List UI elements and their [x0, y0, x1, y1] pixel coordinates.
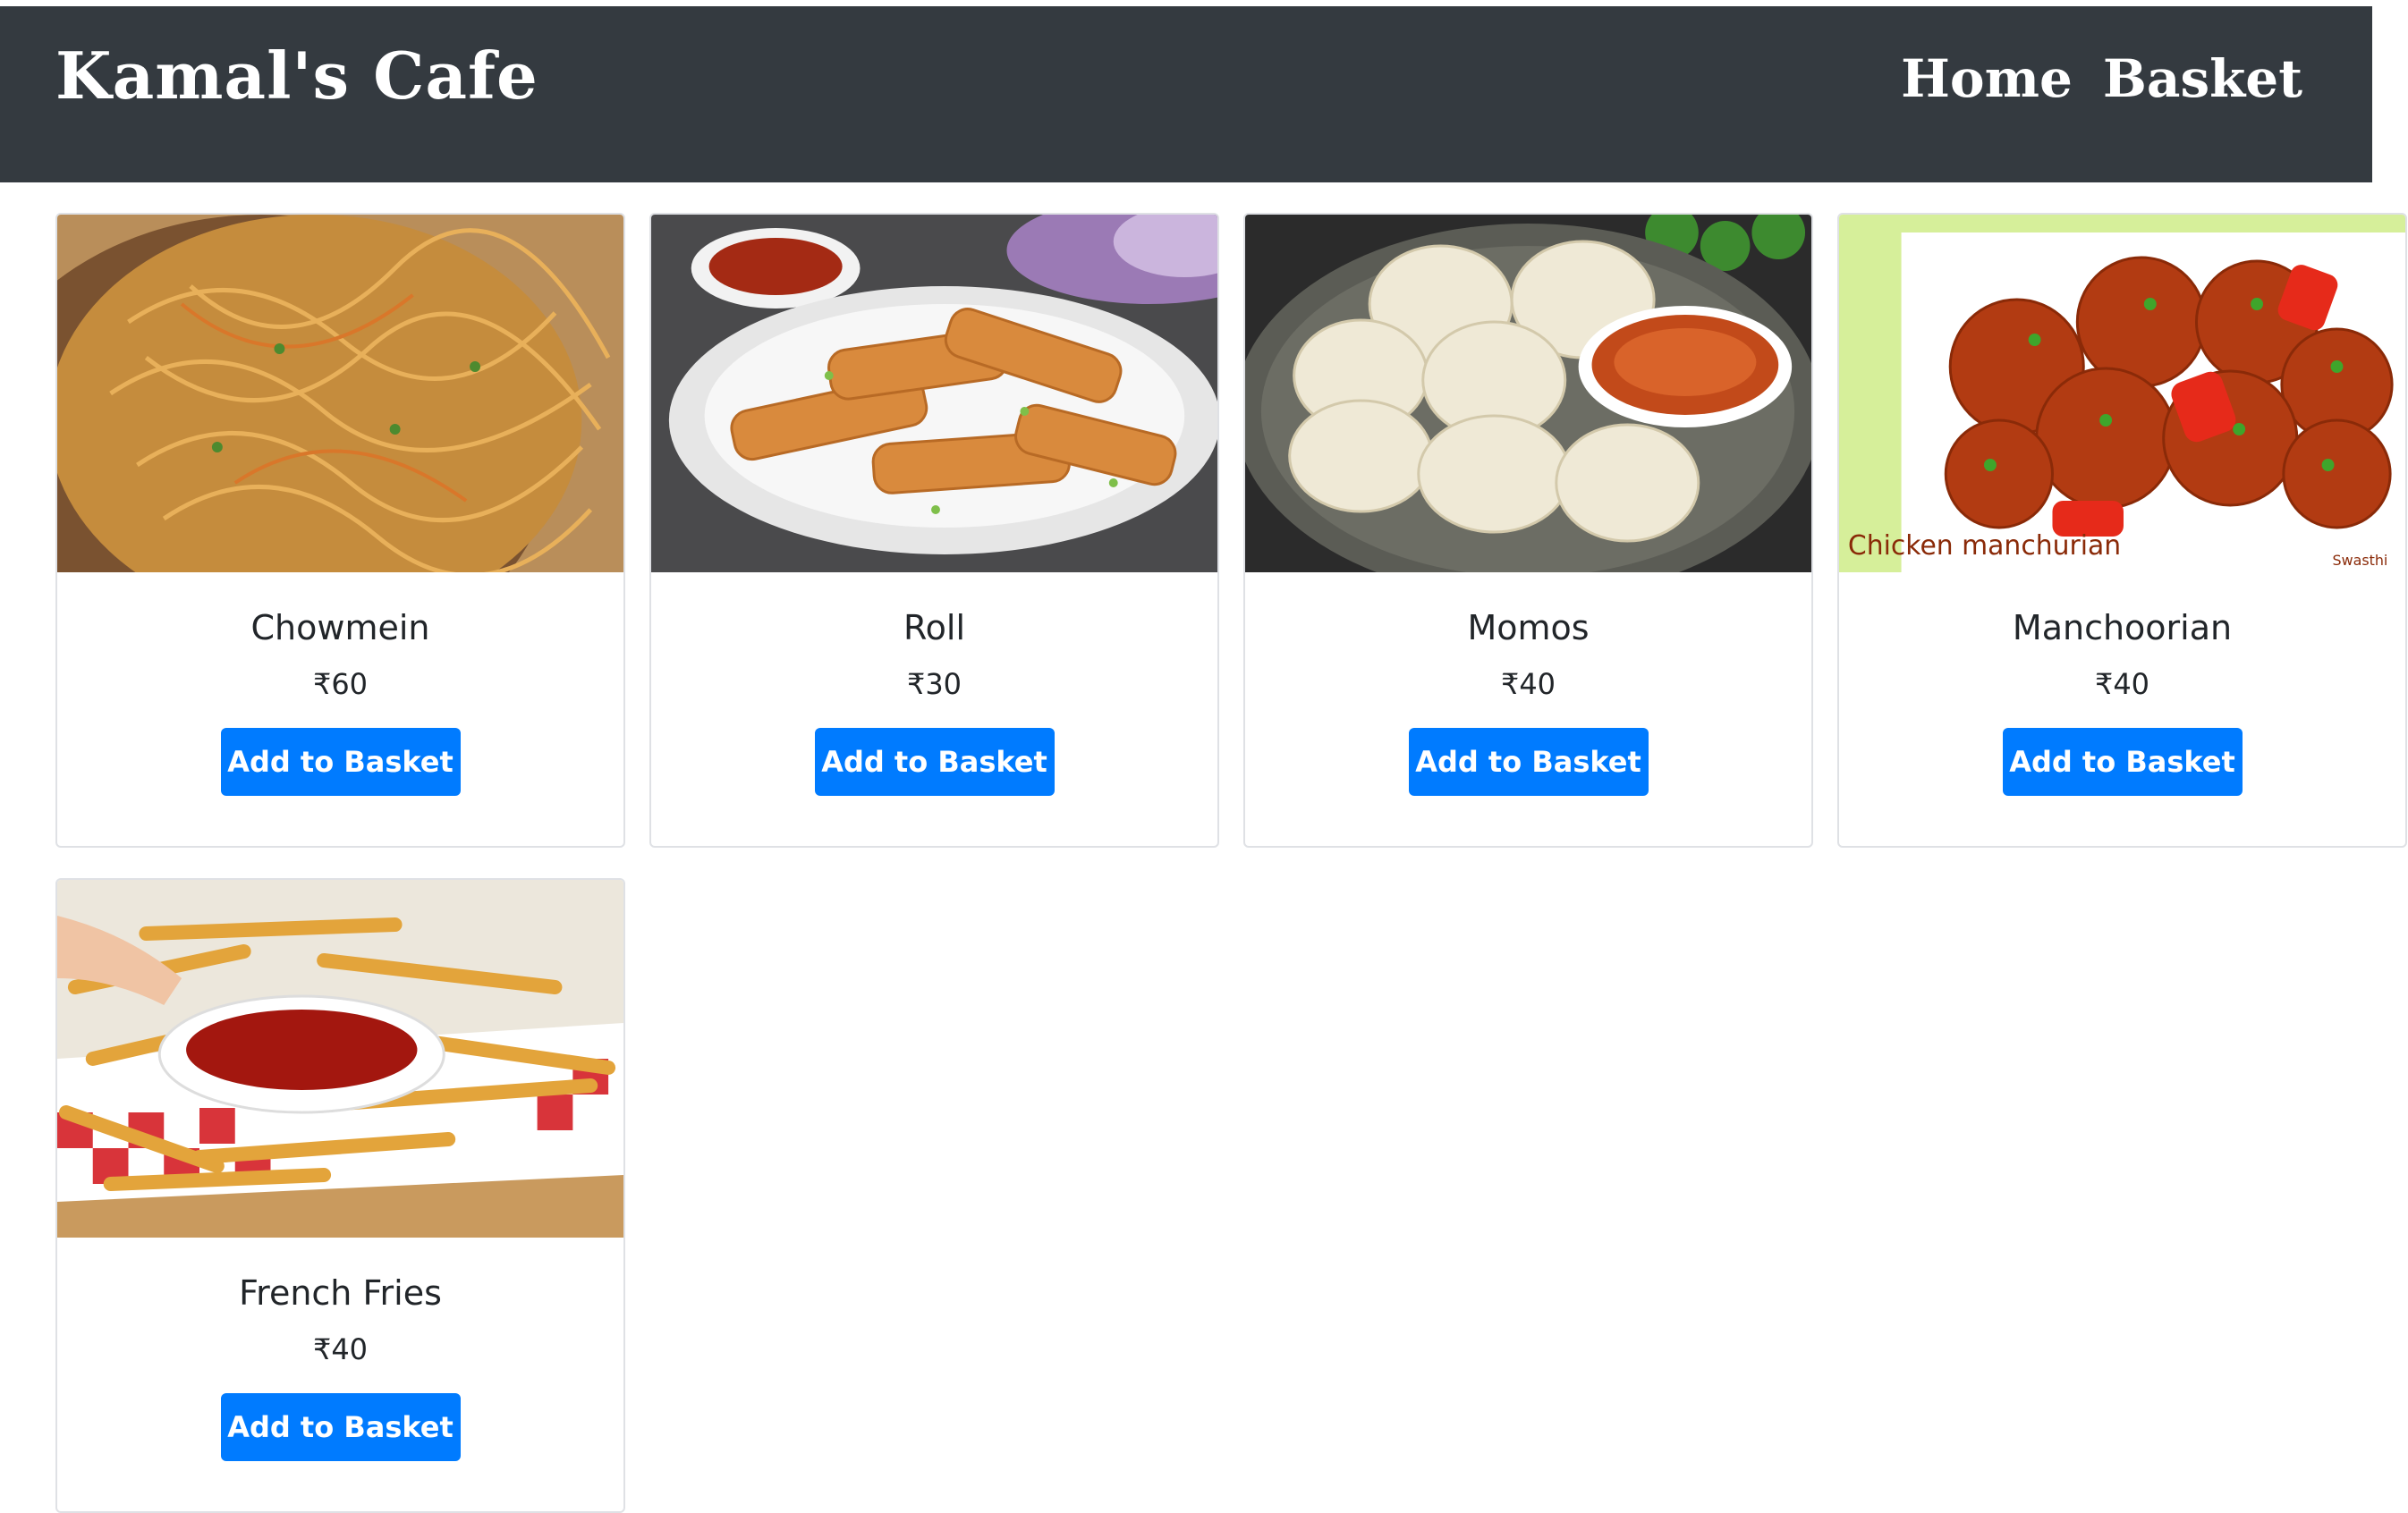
add-to-basket-button[interactable]: Add to Basket [2002, 727, 2243, 796]
momos-image [1245, 215, 1811, 572]
add-to-basket-button[interactable]: Add to Basket [220, 1392, 461, 1461]
image-watermark: Swasthi [2333, 552, 2388, 569]
french-fries-image [57, 880, 623, 1238]
menu-card-manchoorian: Chicken manchurian Swasthi Manchoorian ₹… [1837, 213, 2407, 848]
item-price: ₹60 [312, 666, 369, 701]
nav-home-link[interactable]: Home [1901, 53, 2073, 105]
item-name: Manchoorian [2012, 608, 2233, 647]
menu-card-roll: Roll ₹30 Add to Basket [649, 213, 1219, 848]
add-to-basket-button[interactable]: Add to Basket [814, 727, 1055, 796]
item-price: ₹40 [2094, 666, 2150, 701]
item-name: French Fries [239, 1273, 442, 1313]
menu-card-french-fries: French Fries ₹40 Add to Basket [55, 878, 625, 1513]
add-to-basket-button[interactable]: Add to Basket [220, 727, 461, 796]
image-caption: Chicken manchurian [1848, 530, 2121, 562]
nav-links: Home Basket [1901, 53, 2302, 105]
navbar: Kamal's Cafe Home Basket [0, 6, 2372, 182]
menu-grid: Chowmein ₹60 Add to Basket Roll ₹30 Add … [55, 213, 2408, 1513]
brand-logo[interactable]: Kamal's Cafe [55, 44, 538, 108]
item-price: ₹40 [312, 1331, 369, 1366]
item-price: ₹30 [906, 666, 962, 701]
item-price: ₹40 [1500, 666, 1556, 701]
manchurian-image: Chicken manchurian Swasthi [1839, 215, 2405, 572]
menu-card-chowmein: Chowmein ₹60 Add to Basket [55, 213, 625, 848]
item-name: Roll [903, 608, 966, 647]
nav-basket-link[interactable]: Basket [2103, 53, 2302, 105]
item-name: Chowmein [250, 608, 430, 647]
add-to-basket-button[interactable]: Add to Basket [1408, 727, 1649, 796]
menu-card-momos: Momos ₹40 Add to Basket [1243, 213, 1813, 848]
item-name: Momos [1467, 608, 1590, 647]
chowmein-image [57, 215, 623, 572]
spring-roll-image [651, 215, 1217, 572]
